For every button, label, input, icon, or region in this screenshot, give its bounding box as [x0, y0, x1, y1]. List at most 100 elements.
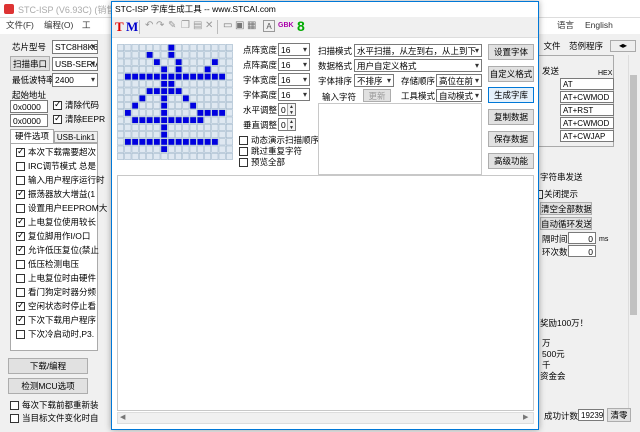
glyph-pixel-off[interactable] [189, 153, 197, 160]
glyph-pixel-on[interactable] [153, 58, 161, 66]
hardware-option-checkbox[interactable] [16, 230, 25, 241]
glyph-pixel-off[interactable] [131, 87, 139, 95]
glyph-pixel-on[interactable] [131, 138, 139, 146]
menu-program[interactable]: 编程(O) [44, 20, 73, 31]
tool-mode-select[interactable]: 自动模式 [436, 89, 482, 102]
auto-load-checkbox[interactable] [10, 414, 19, 423]
glyph-pixel-on[interactable] [197, 73, 204, 80]
glyph-pixel-on[interactable] [182, 138, 190, 146]
glyph-pixel-off[interactable] [131, 66, 139, 73]
glyph-pixel-on[interactable] [175, 138, 182, 146]
glyph-pixel-off[interactable] [139, 153, 146, 160]
glyph-pixel-on[interactable] [131, 73, 139, 80]
glyph-pixel-off[interactable] [124, 51, 132, 59]
glyph-pixel-on[interactable] [175, 73, 182, 80]
glyph-pixel-on[interactable] [153, 138, 161, 146]
glyph-pixel-off[interactable] [218, 87, 226, 95]
glyph-pixel-off[interactable] [197, 145, 204, 153]
glyph-pixel-off[interactable] [226, 116, 233, 124]
glyph-pixel-off[interactable] [117, 102, 124, 109]
glyph-pixel-off[interactable] [168, 153, 175, 160]
glyph-pixel-off[interactable] [139, 66, 146, 73]
hardware-option-checkbox[interactable] [16, 288, 25, 297]
hardware-option-checkbox[interactable] [16, 176, 25, 185]
glyph-pixel-off[interactable] [226, 109, 233, 117]
send-command-field[interactable]: AT+CWMOD [560, 117, 614, 129]
glyph-pixel-off[interactable] [226, 58, 233, 66]
hardware-option-checkbox[interactable] [16, 146, 25, 157]
glyph-pixel-off[interactable] [117, 138, 124, 146]
glyph-pixel-off[interactable] [131, 51, 139, 59]
glyph-pixel-off[interactable] [182, 109, 190, 117]
glyph-pixel-off[interactable] [218, 95, 226, 102]
font-height-select[interactable]: 16 [278, 58, 310, 71]
glyph-pixel-off[interactable] [131, 153, 139, 160]
menu-file[interactable]: 文件(F) [6, 20, 34, 31]
port-select[interactable]: USB-SERIAL [52, 57, 98, 71]
glyph-pixel-off[interactable] [226, 124, 233, 131]
glyph-pixel-on[interactable] [197, 138, 204, 146]
glyph-pixel-off[interactable] [146, 80, 153, 88]
glyph-pixel-off[interactable] [218, 145, 226, 153]
glyph-pixel-on[interactable] [168, 80, 175, 88]
glyph-pixel-off[interactable] [117, 109, 124, 117]
font-settings-button[interactable]: 设置字体 [488, 44, 534, 60]
glyph-pixel-off[interactable] [226, 145, 233, 153]
glyph-pixel-off[interactable] [160, 58, 168, 66]
glyph-pixel-off[interactable] [218, 102, 226, 109]
glyph-pixel-off[interactable] [226, 80, 233, 88]
glyph-pixel-off[interactable] [117, 131, 124, 138]
glyph-pixel-on[interactable] [182, 95, 190, 102]
glyph-pixel-off[interactable] [175, 145, 182, 153]
glyph-pixel-off[interactable] [117, 95, 124, 102]
input-chars-field[interactable] [318, 103, 482, 175]
hardware-option-checkbox[interactable] [16, 274, 25, 283]
generate-font-button[interactable]: 生成字库 [488, 87, 534, 103]
glyph-pixel-on[interactable] [204, 73, 211, 80]
glyph-pixel-off[interactable] [175, 80, 182, 88]
glyph-pixel-off[interactable] [204, 145, 211, 153]
glyph-pixel-on[interactable] [160, 145, 168, 153]
glyph-pixel-on[interactable] [160, 116, 168, 124]
glyph-pixel-on[interactable] [146, 116, 153, 124]
glyph-pixel-off[interactable] [117, 153, 124, 160]
glyph-pixel-off[interactable] [204, 44, 211, 51]
interval-input[interactable]: 0 [568, 232, 596, 244]
glyph-pixel-off[interactable] [168, 131, 175, 138]
scan-port-button[interactable]: 扫描串口 [10, 56, 50, 71]
glyph-pixel-off[interactable] [117, 116, 124, 124]
glyph-pixel-off[interactable] [197, 58, 204, 66]
glyph-pixel-off[interactable] [189, 66, 197, 73]
glyph-pixel-off[interactable] [197, 153, 204, 160]
glyph-pixel-off[interactable] [175, 153, 182, 160]
right-scrollbar[interactable] [628, 55, 638, 410]
glyph-pixel-off[interactable] [218, 124, 226, 131]
glyph-pixel-on[interactable] [139, 73, 146, 80]
glyph-pixel-off[interactable] [218, 138, 226, 146]
glyph-pixel-off[interactable] [204, 131, 211, 138]
glyph-pixel-on[interactable] [160, 138, 168, 146]
preview-all-checkbox[interactable] [239, 158, 248, 167]
glyph-pixel-on[interactable] [139, 116, 146, 124]
glyph-pixel-on[interactable] [168, 138, 175, 146]
glyph-pixel-off[interactable] [146, 44, 153, 51]
glyph-pixel-on[interactable] [218, 73, 226, 80]
glyph-pixel-off[interactable] [146, 145, 153, 153]
print-icon[interactable]: ▦ [247, 20, 256, 31]
glyph-pixel-off[interactable] [218, 116, 226, 124]
glyph-pixel-off[interactable] [117, 66, 124, 73]
horizontal-adjust-arrows[interactable]: ▲ ▼ [287, 104, 295, 115]
glyph-pixel-on[interactable] [175, 116, 182, 124]
glyph-pixel-off[interactable] [218, 131, 226, 138]
glyph-pixel-on[interactable] [182, 73, 190, 80]
eraser-icon[interactable]: ✎ [168, 20, 176, 31]
address-input-1[interactable]: 0x0000 [10, 100, 48, 113]
glyph-pixel-off[interactable] [197, 124, 204, 131]
glyph-pixel-on[interactable] [131, 116, 139, 124]
tab-example-programs[interactable]: 范例程序 [566, 40, 606, 53]
bold-t-icon[interactable]: T [115, 19, 124, 35]
glyph-pixel-on[interactable] [197, 116, 204, 124]
glyph-pixel-off[interactable] [146, 102, 153, 109]
glyph-pixel-off[interactable] [189, 95, 197, 102]
glyph-pixel-off[interactable] [204, 95, 211, 102]
